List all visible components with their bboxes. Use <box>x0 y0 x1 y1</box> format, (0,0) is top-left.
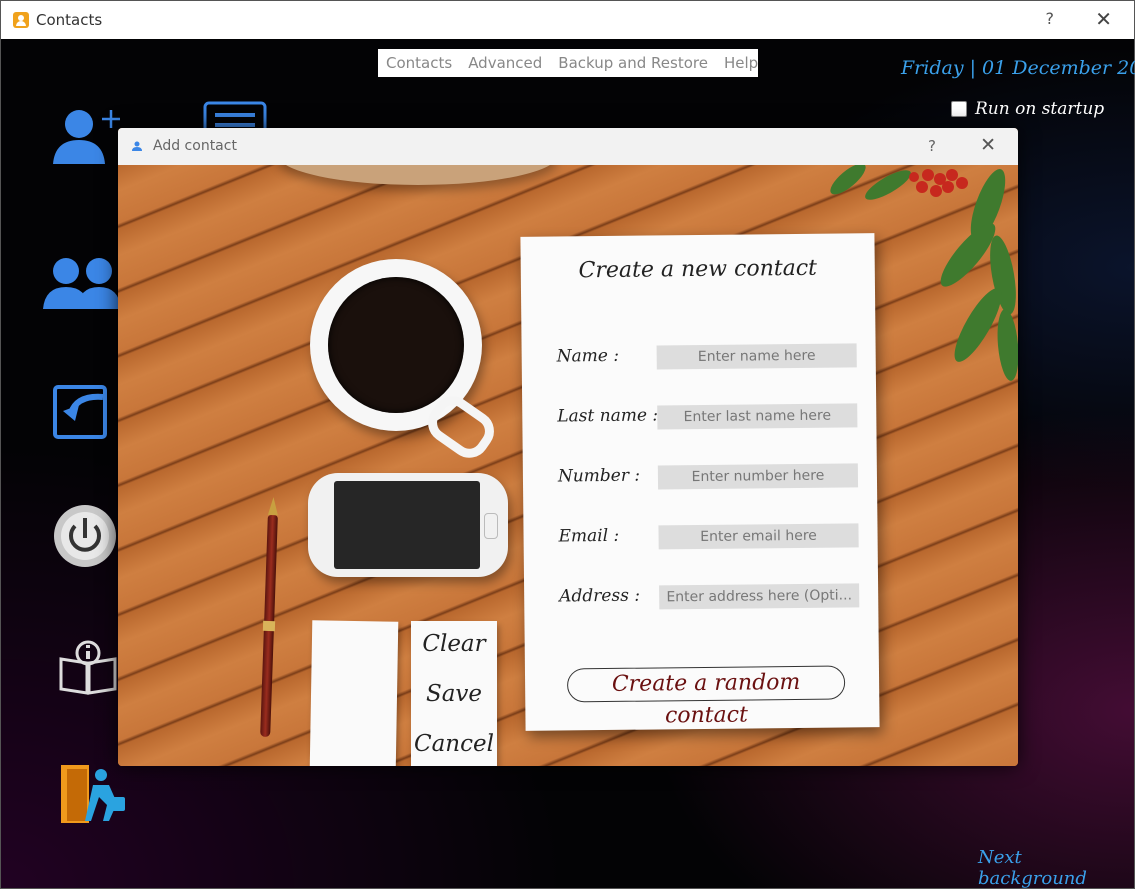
pen <box>260 514 278 738</box>
power-icon[interactable] <box>53 504 117 568</box>
dialog-close-button[interactable]: ✕ <box>980 134 996 156</box>
run-on-startup-checkbox[interactable] <box>951 101 967 117</box>
email-input[interactable]: Enter email here <box>658 523 859 550</box>
action-card: Clear Save Cancel <box>411 621 497 766</box>
info-book-icon[interactable] <box>57 639 119 695</box>
save-button[interactable]: Save <box>411 681 497 707</box>
wood-slab <box>278 165 558 185</box>
exit-door-icon[interactable] <box>57 763 127 825</box>
cancel-button[interactable]: Cancel <box>411 731 497 757</box>
window-titlebar: Contacts ? ✕ <box>1 1 1134 39</box>
phone-screen <box>334 481 480 569</box>
blank-card <box>309 620 399 766</box>
create-random-contact-button[interactable]: Create a random contact <box>566 665 846 728</box>
coffee <box>328 277 464 413</box>
email-label: Email : <box>558 525 620 547</box>
contacts-group-icon[interactable] <box>41 253 121 313</box>
phone-home-button <box>484 513 498 539</box>
run-on-startup-label: Run on startup <box>975 99 1105 119</box>
add-contact-icon[interactable] <box>51 106 123 166</box>
number-input[interactable]: Enter number here <box>657 463 859 490</box>
number-label: Number : <box>557 465 641 487</box>
window-title: Contacts <box>36 11 103 29</box>
smartphone <box>308 473 508 577</box>
close-button[interactable]: ✕ <box>1095 7 1112 31</box>
menu-backup-restore[interactable]: Backup and Restore <box>558 54 708 72</box>
wood-background: Clear Save Cancel Create a new contact N… <box>118 165 1018 766</box>
dialog-title: Add contact <box>153 138 237 154</box>
form-heading: Create a new contact <box>578 255 818 284</box>
contacts-app-icon <box>13 12 29 28</box>
main-window: Contacts ? ✕ Contacts Advanced Backup an… <box>0 0 1135 889</box>
last-name-input[interactable]: Enter last name here <box>657 403 858 430</box>
address-input[interactable]: Enter address here (Opti... <box>659 583 860 610</box>
clear-button[interactable]: Clear <box>411 631 497 657</box>
menu-contacts[interactable]: Contacts <box>386 54 452 72</box>
help-button[interactable]: ? <box>1046 9 1055 28</box>
person-icon <box>132 141 142 151</box>
last-name-label: Last name : <box>557 405 659 427</box>
menu-bar: Contacts Advanced Backup and Restore Hel… <box>378 49 758 77</box>
name-label: Name : <box>556 345 620 367</box>
run-on-startup[interactable]: Run on startup <box>951 99 1104 119</box>
dialog-titlebar: Add contact ? ✕ <box>118 128 1018 165</box>
address-label: Address : <box>559 585 641 607</box>
date-label: Friday | 01 December 2023 <box>901 57 1135 79</box>
name-input[interactable]: Enter name here <box>656 343 857 370</box>
contact-form-paper: Create a new contact Name : Enter name h… <box>520 233 880 731</box>
next-background-link[interactable]: Next background <box>978 847 1134 889</box>
add-contact-dialog: Add contact ? ✕ Clear Save Cancel Create… <box>118 128 1018 766</box>
menu-help[interactable]: Help <box>724 54 758 72</box>
dialog-help-button[interactable]: ? <box>928 137 936 155</box>
restore-icon[interactable] <box>53 383 119 439</box>
menu-advanced[interactable]: Advanced <box>468 54 542 72</box>
